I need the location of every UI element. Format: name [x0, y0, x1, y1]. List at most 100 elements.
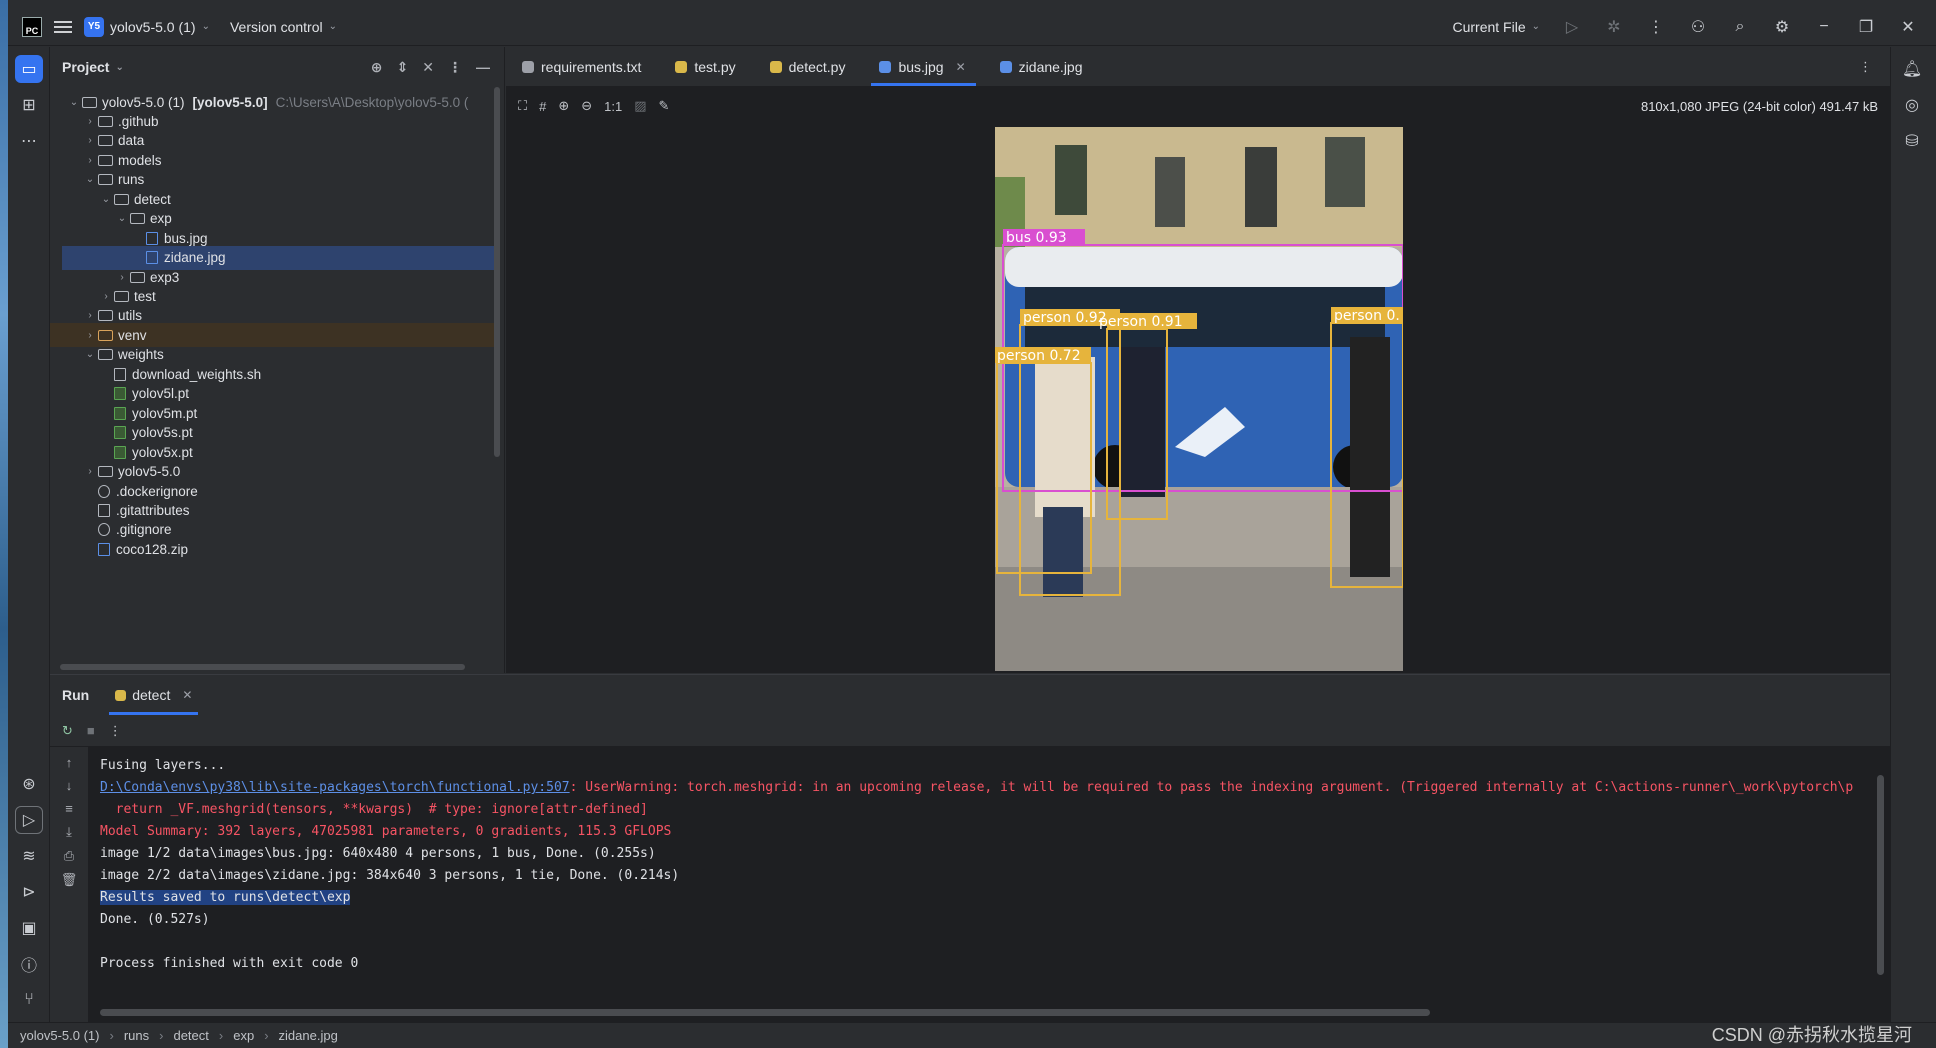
- zoom-in-icon[interactable]: ⊕: [558, 98, 569, 114]
- detection-label-bus: bus 0.93: [1006, 230, 1067, 246]
- chevron-right-icon[interactable]: ›: [82, 330, 98, 341]
- editor-tab[interactable]: detect.py: [754, 47, 864, 86]
- chevron-right-icon[interactable]: ›: [82, 466, 98, 477]
- project-switcher[interactable]: Y5 yolov5-5.0 (1) ⌄: [84, 16, 210, 37]
- print-icon[interactable]: ⎙: [64, 848, 74, 864]
- settings-gear-icon[interactable]: ⚙: [1772, 17, 1792, 37]
- ai-assistant-icon[interactable]: ◎: [1898, 91, 1926, 119]
- zoom-out-icon[interactable]: ⊖: [581, 98, 592, 114]
- structure-tool-icon[interactable]: ⊞: [15, 91, 43, 119]
- chevron-down-icon[interactable]: ⌄: [66, 97, 82, 108]
- run-config-selector[interactable]: Current File ⌄: [1452, 19, 1540, 35]
- tree-item-label: yolov5s.pt: [132, 425, 193, 441]
- tree-horizontal-scrollbar[interactable]: [60, 664, 465, 670]
- debug-icon[interactable]: ✲: [1604, 17, 1624, 37]
- chevron-right-icon[interactable]: ›: [82, 116, 98, 127]
- fit-zoom-icon[interactable]: ⛶: [518, 98, 527, 114]
- version-control-menu[interactable]: Version control ⌄: [230, 19, 337, 35]
- console-text: : UserWarning: torch.meshgrid: in an upc…: [569, 780, 1854, 795]
- services-icon[interactable]: ⊳: [15, 878, 43, 906]
- run-tool-icon[interactable]: ▷: [15, 806, 43, 834]
- actual-size-button[interactable]: 1:1: [604, 99, 622, 114]
- layers-icon[interactable]: ≋: [15, 842, 43, 870]
- breadcrumb-item[interactable]: exp: [233, 1028, 254, 1043]
- project-panel-title[interactable]: Project: [62, 59, 109, 75]
- chevron-down-icon[interactable]: ⌄: [115, 62, 123, 73]
- breadcrumb-item[interactable]: zidane.jpg: [279, 1028, 338, 1043]
- background-toggle-icon[interactable]: ▨: [634, 98, 646, 114]
- scroll-up-icon[interactable]: ↑: [66, 755, 73, 770]
- editor-tab[interactable]: requirements.txt: [506, 47, 659, 86]
- run-tab-detect[interactable]: detect ✕: [109, 675, 199, 715]
- locate-icon[interactable]: ⊕: [371, 59, 383, 76]
- console-vertical-scrollbar[interactable]: [1877, 775, 1884, 975]
- close-icon[interactable]: ✕: [1898, 17, 1918, 37]
- git-icon[interactable]: ⑂: [15, 986, 43, 1014]
- detection-label-person: person 0.91: [1099, 314, 1183, 330]
- console-line: Results saved to runs\detect\exp: [100, 887, 1876, 909]
- more-actions-icon[interactable]: ⋮: [1646, 17, 1666, 37]
- editor-tabs: requirements.txt test.py detect.py bus.jpg ✕…: [506, 47, 1890, 87]
- more-tools-icon[interactable]: ⋯: [15, 127, 43, 155]
- console-output[interactable]: Fusing layers... D:\Conda\envs\py38\lib\s…: [100, 755, 1876, 1002]
- python-file-icon: [115, 689, 127, 701]
- scroll-to-end-icon[interactable]: ⤓: [66, 824, 72, 840]
- console-file-link[interactable]: D:\Conda\envs\py38\lib\site-packages\tor…: [100, 780, 570, 795]
- tree-item-label: download_weights.sh: [132, 366, 262, 382]
- folder-icon: [82, 96, 97, 108]
- problems-icon[interactable]: ⓘ: [15, 950, 43, 978]
- tree-item-label: weights: [118, 347, 164, 363]
- chevron-right-icon[interactable]: ›: [114, 272, 130, 283]
- console-line: Process finished with exit code 0: [100, 953, 1876, 975]
- minimize-icon[interactable]: −: [1814, 17, 1834, 37]
- search-icon[interactable]: ⌕: [1730, 17, 1750, 37]
- run-icon[interactable]: ▷: [1562, 17, 1582, 37]
- ide-window: PC Y5 yolov5-5.0 (1) ⌄ Version control ⌄…: [0, 0, 1936, 1048]
- editor-tab[interactable]: bus.jpg ✕: [863, 47, 983, 86]
- breadcrumb-item[interactable]: yolov5-5.0 (1): [20, 1028, 99, 1043]
- scroll-down-icon[interactable]: ↓: [66, 778, 73, 793]
- more-options-icon[interactable]: ⋮: [109, 723, 122, 739]
- notifications-icon[interactable]: 🔔︎: [1898, 55, 1926, 83]
- folder-icon: [130, 213, 145, 225]
- project-tool-icon[interactable]: ▭: [15, 55, 43, 83]
- tree-vertical-scrollbar[interactable]: [494, 87, 500, 457]
- chevron-right-icon[interactable]: ›: [82, 135, 98, 146]
- main-menu-icon[interactable]: [54, 20, 72, 33]
- options-icon[interactable]: ⋮: [448, 59, 462, 76]
- image-file-icon: [146, 251, 158, 265]
- tabs-more-icon[interactable]: ⋮: [1841, 47, 1890, 86]
- chevron-right-icon[interactable]: ›: [98, 291, 114, 302]
- terminal-icon[interactable]: ▣: [15, 914, 43, 942]
- breadcrumb-item[interactable]: detect: [173, 1028, 208, 1043]
- console-line: D:\Conda\envs\py38\lib\site-packages\tor…: [100, 777, 1876, 799]
- breadcrumb-item[interactable]: runs: [124, 1028, 149, 1043]
- chevron-right-icon[interactable]: ›: [82, 155, 98, 166]
- chevron-down-icon[interactable]: ⌄: [114, 213, 130, 224]
- detection-label-person: person 0.: [1334, 308, 1400, 324]
- database-icon[interactable]: ⛁: [1898, 127, 1926, 155]
- chevron-down-icon[interactable]: ⌄: [82, 349, 98, 360]
- hide-panel-icon[interactable]: —: [476, 59, 490, 76]
- expand-all-icon[interactable]: ⇕: [397, 59, 409, 76]
- chevron-down-icon[interactable]: ⌄: [98, 194, 114, 205]
- rerun-icon[interactable]: ↻: [62, 723, 73, 739]
- editor-tab[interactable]: test.py: [659, 47, 753, 86]
- add-user-icon[interactable]: ⚇: [1688, 17, 1708, 37]
- soft-wrap-icon[interactable]: ≡: [65, 801, 73, 816]
- collapse-all-icon[interactable]: ✕: [422, 59, 434, 76]
- stop-icon[interactable]: ■: [87, 723, 95, 738]
- console-horizontal-scrollbar[interactable]: [100, 1009, 1430, 1016]
- breadcrumb-separator: ›: [159, 1028, 164, 1043]
- close-tab-icon[interactable]: ✕: [182, 688, 192, 702]
- clear-console-icon[interactable]: 🗑︎: [61, 872, 78, 888]
- color-picker-icon[interactable]: ✎: [659, 98, 670, 114]
- chevron-down-icon[interactable]: ⌄: [82, 174, 98, 185]
- tree-item[interactable]: coco128.zip: [50, 537, 495, 561]
- editor-tab[interactable]: zidane.jpg: [984, 47, 1101, 86]
- chevron-right-icon[interactable]: ›: [82, 310, 98, 321]
- grid-icon[interactable]: #: [539, 99, 546, 114]
- close-tab-icon[interactable]: ✕: [956, 60, 966, 74]
- python-packages-icon[interactable]: ⊛: [15, 770, 43, 798]
- maximize-icon[interactable]: ❐: [1856, 17, 1876, 37]
